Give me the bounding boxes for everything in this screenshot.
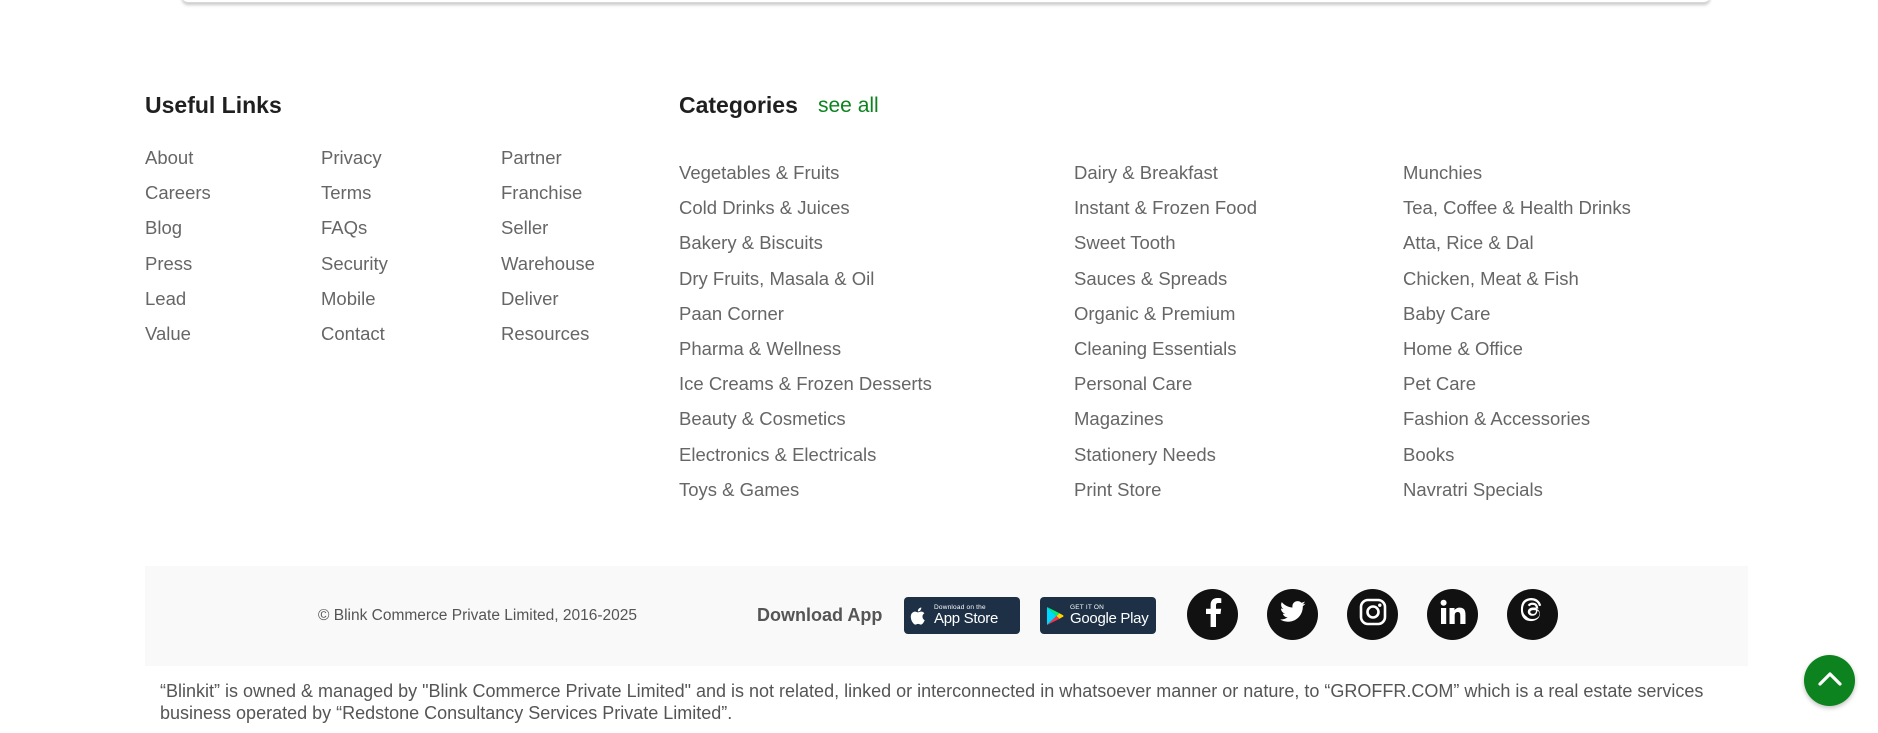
facebook-link[interactable] [1187,589,1238,640]
linkedin-icon [1440,599,1466,630]
category-link[interactable]: Cold Drinks & Juices [679,196,932,231]
link-contact[interactable]: Contact [321,322,388,357]
copyright-text: © Blink Commerce Private Limited, 2016-2… [318,607,637,624]
category-link[interactable]: Dry Fruits, Masala & Oil [679,267,932,302]
link-deliver[interactable]: Deliver [501,287,595,322]
see-all-categories-link[interactable]: see all [818,94,879,118]
app-store-button[interactable]: Download on the App Store [904,597,1020,634]
category-link[interactable]: Chicken, Meat & Fish [1403,267,1631,302]
category-link[interactable]: Bakery & Biscuits [679,231,932,266]
link-about[interactable]: About [145,146,211,181]
categories-title: Categories [679,92,798,118]
categories-column: Dairy & Breakfast Instant & Frozen Food … [1074,161,1257,513]
category-link[interactable]: Books [1403,443,1631,478]
category-link[interactable]: Munchies [1403,161,1631,196]
category-link[interactable]: Cleaning Essentials [1074,337,1257,372]
category-link[interactable]: Home & Office [1403,337,1631,372]
category-link[interactable]: Stationery Needs [1074,443,1257,478]
useful-links-column: About Careers Blog Press Lead Value [145,146,211,357]
top-card-edge [182,0,1710,3]
category-link[interactable]: Personal Care [1074,372,1257,407]
google-play-button[interactable]: GET IT ON Google Play [1040,597,1156,634]
link-resources[interactable]: Resources [501,322,595,357]
category-link[interactable]: Ice Creams & Frozen Desserts [679,372,932,407]
category-link[interactable]: Paan Corner [679,302,932,337]
category-link[interactable]: Instant & Frozen Food [1074,196,1257,231]
threads-link[interactable] [1507,589,1558,640]
twitter-link[interactable] [1267,589,1318,640]
link-blog[interactable]: Blog [145,216,211,251]
category-link[interactable]: Print Store [1074,478,1257,513]
download-app-label: Download App [757,605,883,625]
link-mobile[interactable]: Mobile [321,287,388,322]
instagram-icon [1359,598,1387,631]
link-partner[interactable]: Partner [501,146,595,181]
categories-column: Munchies Tea, Coffee & Health Drinks Att… [1403,161,1631,513]
link-terms[interactable]: Terms [321,181,388,216]
apple-icon [904,606,934,626]
useful-links-column: Partner Franchise Seller Warehouse Deliv… [501,146,595,357]
linkedin-link[interactable] [1427,589,1478,640]
link-press[interactable]: Press [145,252,211,287]
app-store-big-text: App Store [934,610,999,628]
link-warehouse[interactable]: Warehouse [501,252,595,287]
ownership-disclaimer: “Blinkit” is owned & managed by "Blink C… [160,681,1704,723]
facebook-icon [1202,597,1224,632]
link-careers[interactable]: Careers [145,181,211,216]
category-link[interactable]: Sauces & Spreads [1074,267,1257,302]
category-link[interactable]: Baby Care [1403,302,1631,337]
category-link[interactable]: Tea, Coffee & Health Drinks [1403,196,1631,231]
link-seller[interactable]: Seller [501,216,595,251]
category-link[interactable]: Fashion & Accessories [1403,407,1631,442]
link-security[interactable]: Security [321,252,388,287]
google-play-big-text: Google Play [1070,610,1149,628]
category-link[interactable]: Toys & Games [679,478,932,513]
category-link[interactable]: Dairy & Breakfast [1074,161,1257,196]
link-privacy[interactable]: Privacy [321,146,388,181]
category-link[interactable]: Pharma & Wellness [679,337,932,372]
google-play-icon [1040,606,1070,626]
link-value[interactable]: Value [145,322,211,357]
link-franchise[interactable]: Franchise [501,181,595,216]
threads-icon [1519,597,1547,632]
instagram-link[interactable] [1347,589,1398,640]
category-link[interactable]: Magazines [1074,407,1257,442]
category-link[interactable]: Beauty & Cosmetics [679,407,932,442]
chevron-up-icon [1817,669,1843,692]
category-link[interactable]: Pet Care [1403,372,1631,407]
category-link[interactable]: Vegetables & Fruits [679,161,932,196]
scroll-to-top-button[interactable] [1804,655,1855,706]
useful-links-title: Useful Links [145,92,282,118]
category-link[interactable]: Atta, Rice & Dal [1403,231,1631,266]
category-link[interactable]: Navratri Specials [1403,478,1631,513]
category-link[interactable]: Electronics & Electricals [679,443,932,478]
categories-column: Vegetables & Fruits Cold Drinks & Juices… [679,161,932,513]
useful-links-column: Privacy Terms FAQs Security Mobile Conta… [321,146,388,357]
link-lead[interactable]: Lead [145,287,211,322]
category-link[interactable]: Sweet Tooth [1074,231,1257,266]
twitter-icon [1279,601,1306,628]
category-link[interactable]: Organic & Premium [1074,302,1257,337]
link-faqs[interactable]: FAQs [321,216,388,251]
